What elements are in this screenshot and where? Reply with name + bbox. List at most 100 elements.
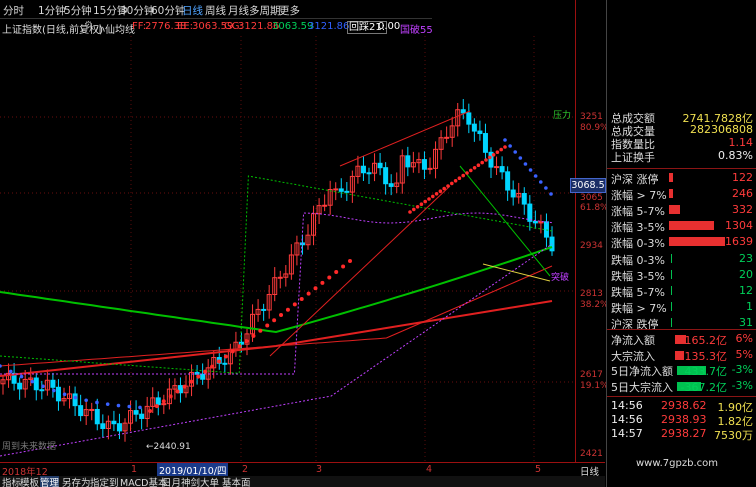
red-dot-trail — [210, 364, 215, 369]
candle-body — [460, 109, 466, 114]
bottom-tab-8[interactable]: 基本面 — [222, 476, 251, 487]
candle-body — [444, 136, 450, 139]
candle-body — [499, 166, 505, 173]
indicator-name[interactable]: 小仙均线 — [95, 21, 135, 36]
red-dot-trail — [216, 359, 221, 364]
bottom-tab-7[interactable]: 大单 — [200, 476, 219, 487]
blue-dot-trail — [105, 402, 110, 406]
date-axis: 2018年12 1 2019/01/10/四 2 3 4 5 日线 — [0, 462, 605, 478]
market-stats-panel: 总成交额 2741.7828亿 总成交量 282306808 指数量比 1.14 上证换手 0… — [606, 0, 756, 487]
period-tab-5[interactable]: 60分钟 — [151, 3, 185, 18]
updown-row-4-label: 涨幅 0-3% — [611, 237, 665, 251]
price-chart[interactable]: ←2440.91 周到未来数据 压力突破 — [0, 36, 575, 463]
watermark: www.7gpzb.com — [636, 458, 718, 469]
period-tab-8[interactable]: 月线 — [228, 3, 249, 18]
candle-body — [111, 420, 117, 425]
candle-body — [471, 123, 477, 132]
panel-divider-3 — [607, 396, 756, 397]
red-dot-trail-2 — [484, 158, 488, 162]
period-tab-9[interactable]: 多周期 — [249, 3, 281, 18]
updown-row-5-label: 跌幅 0-3% — [611, 253, 665, 267]
tick-price-1: 2938.93 — [661, 413, 707, 426]
updown-row-6: 跌幅 3-5% 20 — [611, 267, 755, 283]
blue-dot-trail — [0, 364, 2, 368]
panel-divider-2 — [607, 329, 756, 330]
candle-body — [200, 373, 206, 380]
candle-body — [155, 397, 161, 406]
blue-dot-trail — [62, 392, 67, 397]
tick-price-0: 2938.62 — [661, 399, 707, 412]
flow-row-3: 5日大宗流入 -367.2亿 -3% — [611, 379, 755, 394]
updown-bar-0 — [669, 173, 673, 182]
candle-body — [482, 133, 488, 153]
bottom-tab-3[interactable]: 另存为 — [62, 476, 91, 487]
updown-row-6-value: 20 — [739, 267, 753, 281]
candle-body — [532, 220, 538, 224]
blue-dot-trail — [30, 379, 35, 384]
flow-row-2: 5日净流入额 433.7亿 -3% — [611, 363, 755, 378]
blue-dot-trail — [41, 384, 45, 389]
date-cursor-label: 2019/01/10/四 — [157, 463, 229, 477]
red-dot-trail-2 — [488, 155, 492, 160]
bottom-tab-0[interactable]: 指标 — [2, 476, 21, 487]
candle-body — [116, 423, 122, 432]
red-dot-trail-2 — [412, 207, 416, 212]
stat-row-0: 总成交额 2741.7828亿 — [611, 110, 755, 125]
settings-icon[interactable]: ⚙ — [84, 20, 93, 31]
updown-row-9: 沪深 跌停 31 — [611, 316, 755, 331]
low-price-label: ←2440.91 — [146, 442, 191, 452]
period-tab-7[interactable]: 周线 — [205, 3, 226, 18]
bottom-tab-6[interactable]: 日月神剑 — [162, 476, 200, 487]
updown-row-5: 跌幅 0-3% 23 — [611, 251, 755, 267]
candle-body — [55, 386, 61, 402]
ma-green-line — [0, 246, 553, 334]
blue-dot-trail — [95, 400, 99, 405]
candle-body — [510, 189, 516, 198]
red-dot-trail — [161, 399, 166, 404]
blue-dot-trail-2 — [544, 186, 548, 190]
red-dot-trail-2 — [465, 171, 469, 175]
updown-row-4: 涨幅 0-3% 1639 — [611, 235, 755, 251]
candle-body — [527, 203, 533, 222]
red-dot-trail — [285, 307, 290, 312]
red-dot-trail-2 — [495, 150, 500, 154]
period-tab-0[interactable]: 分时 — [3, 3, 24, 18]
period-tab-4[interactable]: 30分钟 — [120, 3, 154, 18]
candle-body — [94, 408, 100, 425]
red-dot-trail-2 — [438, 189, 443, 193]
flow-bar-1 — [675, 350, 684, 360]
candle-body — [505, 171, 511, 191]
date-label-1: 1 — [131, 464, 138, 475]
candle-body — [72, 393, 78, 407]
candle-body — [338, 188, 344, 192]
guopo-label: 国破55 — [400, 25, 433, 36]
red-dot-trail — [306, 291, 311, 296]
period-tab-1[interactable]: 1分钟 — [38, 3, 66, 18]
period-tab-6[interactable]: 日线 — [182, 3, 203, 18]
price-label-3065: 3065 — [580, 193, 603, 203]
stat-row-2: 指数量比 1.14 — [611, 136, 755, 151]
updown-row-7: 跌幅 5-7% 12 — [611, 284, 755, 299]
bottom-tab-5[interactable]: MACD基本 — [120, 476, 167, 487]
candle-body — [333, 188, 339, 191]
period-tab-2[interactable]: 5分钟 — [64, 3, 92, 18]
bottom-tab-2[interactable]: 管理 — [40, 476, 60, 487]
period-toolbar: 分时 1分钟 5分钟 15分钟 30分钟 60分钟 日线 周线 月线 多周期 更多 — [0, 0, 432, 19]
blue-dot-trail — [8, 369, 13, 374]
bottom-tab-4[interactable]: 指定到 — [90, 476, 119, 487]
red-dot-trail — [292, 302, 297, 307]
candle-body — [89, 408, 95, 411]
red-dot-trail-2 — [427, 197, 431, 201]
updown-row-0: 沪深 涨停 122 — [611, 171, 755, 186]
updown-row-0-label: 沪深 涨停 — [611, 173, 659, 186]
red-dot-trail — [175, 389, 180, 394]
price-axis — [575, 0, 606, 463]
flow-value-2: 433.7亿 — [684, 365, 728, 378]
blue-dot-trail-2 — [538, 180, 543, 184]
period-tab-10[interactable]: 更多 — [279, 3, 300, 18]
bottom-tab-1[interactable]: 模板 — [20, 476, 39, 487]
pct-label-191: 19.1% — [580, 381, 609, 391]
updown-row-5-value: 23 — [739, 251, 753, 265]
tick-price-2: 2938.27 — [661, 427, 707, 440]
resistance-line — [339, 110, 471, 167]
